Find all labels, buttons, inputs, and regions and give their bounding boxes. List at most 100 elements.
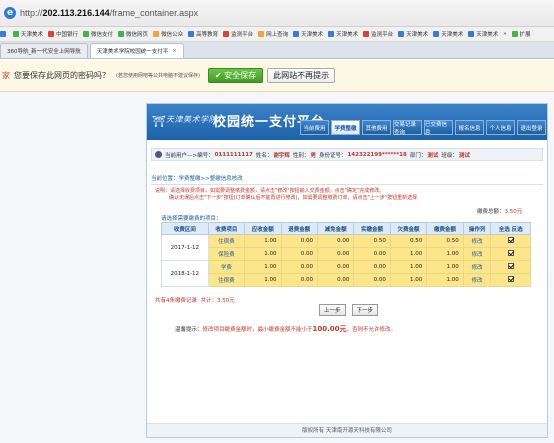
nav-item[interactable]: 已交费信息 xyxy=(424,120,453,136)
nav-item[interactable]: 退出登录 xyxy=(517,120,546,135)
divider xyxy=(151,184,543,185)
instructions: 说明：请选择收费项目，如需要调整缴费金额，请点击"修改"按钮输入交费金额，点击"… xyxy=(155,188,535,202)
favorite-item[interactable]: 监测平台 xyxy=(363,30,393,38)
close-icon[interactable]: × xyxy=(172,48,177,54)
password-note: (若您使用网吧等公共电脑不建议保存) xyxy=(116,73,200,79)
table-row: 2018-1-12 学费 1.00 0.00 0.00 0.00 1.00 1.00 修改 xyxy=(161,260,531,287)
table-header: 应收金额 xyxy=(244,222,282,235)
term-cell: 2018-1-12 xyxy=(161,260,209,287)
user-idcard: 142322199******18 xyxy=(347,151,407,158)
tab-360-nav[interactable]: 360导航_新一代安全上网导航 xyxy=(0,43,88,58)
favorite-item[interactable] xyxy=(0,31,8,37)
main-nav: 当前费用 学费整缴 其他费用 交易记录查询 已交费信息 报名信息 个人信息 退出登录 xyxy=(300,120,548,136)
favorite-label: 微信网页 xyxy=(126,32,149,38)
table-header: 欠费金额 xyxy=(389,222,428,235)
favorite-item[interactable]: 天津美术 xyxy=(13,30,43,38)
next-step-button[interactable]: 下一步 xyxy=(351,304,379,316)
favorite-item[interactable]: 天津美术 xyxy=(328,30,358,38)
paid-cell: 0.00 xyxy=(353,260,391,274)
class-label: 班级： xyxy=(441,152,458,159)
favorite-label: 高等教育 xyxy=(196,32,219,38)
password-save-bar: 家您要保存此网页的密码吗？ (若您使用网吧等公共电脑不建议保存) ✔ 安全保存 … xyxy=(0,60,554,92)
user-icon xyxy=(155,151,162,158)
safe-save-button[interactable]: ✔ 安全保存 xyxy=(207,68,264,83)
record-count: 共有4条缴费记录 xyxy=(155,298,197,304)
select-cell xyxy=(490,273,531,287)
table-header[interactable]: 全选 反选 xyxy=(490,222,531,235)
never-prompt-button[interactable]: 此网站不再提示 xyxy=(267,68,336,83)
due-cell: 1.00 xyxy=(244,273,282,287)
favorite-item[interactable]: 天津美术 xyxy=(398,30,428,38)
summary-line: 共有4条缴费记录 共计：3.50元 xyxy=(155,296,235,304)
nav-item[interactable]: 报名信息 xyxy=(455,120,484,135)
user-gender: 男 xyxy=(310,152,316,159)
waive-cell: 0.00 xyxy=(316,247,355,261)
edit-link[interactable]: 修改 xyxy=(462,260,492,274)
edit-link[interactable]: 修改 xyxy=(462,273,492,287)
paid-cell: 0.50 xyxy=(353,234,391,248)
favorite-icon xyxy=(511,31,518,37)
table-row: 住宿费 1.00 0.00 0.00 0.00 1.00 1.00 修改 xyxy=(162,273,531,287)
favorite-label: 监测平台 xyxy=(231,32,254,38)
favorites-bar: 天津美术 中国银行 微信支付 微信网页 微信公众 高等教育 监测平台 网上查询 天津美术 天津美术… xyxy=(0,27,554,42)
select-cell xyxy=(490,234,531,248)
nav-item[interactable]: 个人信息 xyxy=(486,120,515,135)
favorite-icon xyxy=(468,31,475,37)
item-cell: 住宿费 xyxy=(207,273,246,287)
prev-step-button[interactable]: 上一步 xyxy=(319,304,346,316)
favorite-item[interactable]: 天津美术 xyxy=(433,30,463,38)
address-bar[interactable]: e http://202.113.216.144/frame_container… xyxy=(0,0,554,27)
favorite-label: 中国银行 xyxy=(56,32,79,38)
tab-payment[interactable]: 天津美术学院校园统一支付平 × xyxy=(89,43,184,58)
table-header: 退费金额 xyxy=(280,222,318,235)
favorite-label: 微信公众 xyxy=(161,32,184,38)
row-checkbox[interactable] xyxy=(507,276,514,282)
favorite-item[interactable]: 微信公众 xyxy=(153,30,183,38)
url-text[interactable]: http://202.113.216.144/frame_container.a… xyxy=(20,8,198,18)
table-row: 2017-1-12 住宿费 1.00 0.00 0.00 0.50 0.50 0.50 修改 xyxy=(161,234,531,261)
nav-item[interactable]: 其他费用 xyxy=(362,120,391,135)
dept-label: 部门： xyxy=(409,152,427,159)
pay-cell: 1.00 xyxy=(426,260,464,274)
row-checkbox[interactable] xyxy=(507,250,514,256)
tip-min-amount: 100.00元 xyxy=(312,325,347,333)
table-header: 收费项目 xyxy=(207,222,246,235)
nav-item[interactable]: 学费整缴 xyxy=(331,120,360,135)
user-info-bar: 当前用户—>编号： 0111111117 姓名： 谢宇辉 性别：男 身份证号： 142… xyxy=(151,148,543,161)
instructions-line-2: 确认无误后点击"下一步"按钮(订单确认后不能再进行修改)，如需要调整缴费订单，请… xyxy=(169,195,418,201)
school-name: 天津美术学院 xyxy=(166,115,217,124)
gender-label: 性别： xyxy=(292,152,310,159)
refund-cell: 0.00 xyxy=(280,273,318,287)
favorite-icon xyxy=(398,31,405,37)
favorite-label: 天津美术 xyxy=(476,32,499,38)
favorite-item[interactable]: 网上查询 xyxy=(258,30,288,38)
favorite-item[interactable]: 扩展 xyxy=(511,30,531,38)
favorite-item[interactable]: 监测平台 xyxy=(223,30,253,38)
favorite-label: 天津美术 xyxy=(301,32,324,38)
favorite-item[interactable]: 天津美术 xyxy=(293,30,323,38)
user-prefix: 当前用户—>编号： xyxy=(165,152,214,159)
term-cell: 2017-1-12 xyxy=(161,234,209,261)
favorite-icon xyxy=(48,31,55,37)
owe-cell: 1.00 xyxy=(389,247,428,261)
browser-icon: e xyxy=(4,7,16,19)
favorite-item[interactable]: 高等教育 xyxy=(188,30,218,38)
favorite-icon xyxy=(223,31,230,37)
favorite-label: 天津美术 xyxy=(406,32,429,38)
favorite-item[interactable]: » xyxy=(503,31,506,37)
edit-link[interactable]: 修改 xyxy=(462,247,492,261)
favorite-item[interactable]: 天津美术 xyxy=(468,30,498,38)
refund-cell: 0.00 xyxy=(280,260,318,274)
favorite-item[interactable]: 中国银行 xyxy=(48,30,78,38)
favorite-item[interactable]: 微信网页 xyxy=(118,30,148,38)
password-question: 家您要保存此网页的密码吗？ xyxy=(2,71,110,80)
nav-item[interactable]: 交易记录查询 xyxy=(393,120,422,136)
favorite-item[interactable]: 微信支付 xyxy=(83,30,113,38)
school-logo-icon: ⛩ xyxy=(152,115,166,128)
nav-item[interactable]: 当前费用 xyxy=(300,120,329,135)
total-amount: 缴费总额：3.50元 xyxy=(477,207,522,215)
edit-link[interactable]: 修改 xyxy=(462,234,492,248)
row-checkbox[interactable] xyxy=(507,237,514,243)
row-checkbox[interactable] xyxy=(507,263,514,269)
table-header: 减免金额 xyxy=(316,222,355,235)
